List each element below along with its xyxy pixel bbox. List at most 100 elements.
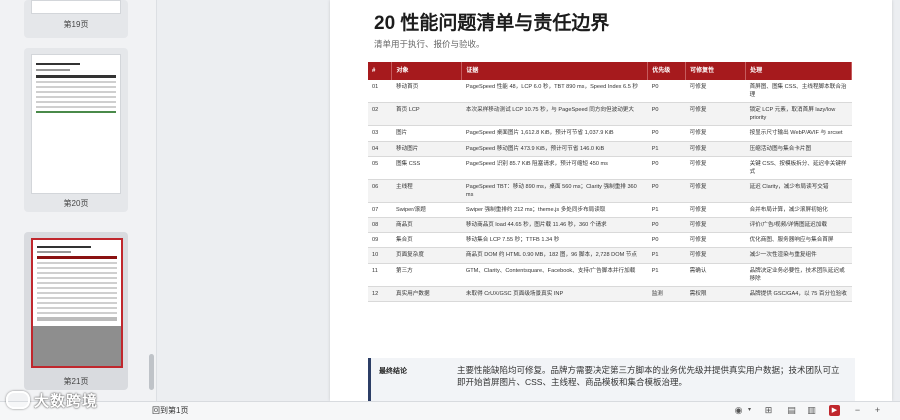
single-page-icon[interactable]: ▤: [786, 405, 797, 416]
page-title: 20 性能问题清单与责任边界: [374, 13, 610, 34]
cell-priority: P0: [647, 125, 686, 142]
chevron-down-icon[interactable]: ▾: [744, 405, 755, 416]
cell-action: 品牌提供 GSC/GA4，以 75 百分位验收: [745, 286, 852, 302]
table-row: 10 页面复杂度 商品页 DOM 约 HTML 0.90 MB，182 图，96…: [368, 247, 852, 264]
cell-fixability: 可修复: [685, 247, 746, 264]
cell-priority: P1: [647, 202, 686, 219]
cell-action: 锁定 LCP 元素，取消首屏 lazy/low priority: [745, 102, 852, 127]
col-header-fixability: 可修复性: [685, 62, 747, 80]
cell-fixability: 可修复: [685, 202, 746, 219]
cell-action: 减少一次性渲染与重复组件: [745, 247, 852, 264]
eye-icon[interactable]: ◉: [733, 405, 744, 416]
cell-object: 页面复杂度: [391, 247, 462, 264]
cell-number: 12: [368, 286, 392, 302]
cell-number: 10: [368, 247, 392, 264]
cell-evidence: PageSpeed 桌面图片 1,612.8 KiB，预计可节省 1,037.9…: [461, 125, 648, 142]
cell-fixability: 可修复: [685, 141, 746, 157]
cell-priority: P1: [647, 141, 686, 157]
cell-evidence: Swiper 强制重排约 212 ms；theme.js 多处同步布局读取: [461, 202, 648, 219]
cell-object: 图片: [391, 125, 462, 142]
cell-priority: P0: [647, 232, 686, 249]
conclusion-box: 最终结论 主要性能缺陷均可修复。品牌方需要决定第三方脚本的业务优先级并提供真实用…: [368, 358, 855, 401]
col-header-priority: 优先级: [647, 62, 687, 80]
thumbnail-page-21[interactable]: 第21页: [24, 232, 128, 390]
table-row: 02 首页 LCP 本次采样移动测试 LCP 10.75 秒，与 PageSpe…: [368, 102, 852, 127]
cell-priority: P1: [647, 247, 686, 264]
zoom-in-icon[interactable]: +: [872, 405, 883, 416]
page-subtitle: 清单用于执行、报价与验收。: [374, 39, 485, 49]
cell-action: 按显示尺寸输出 WebP/AVIF 与 srcset: [745, 125, 852, 142]
cell-evidence: 移动商品页 load 44.65 秒，图片载 11.46 秒，360 个请求: [461, 217, 648, 234]
cell-fixability: 需权限: [685, 286, 746, 302]
cell-priority: P0: [647, 156, 686, 180]
conclusion-label: 最终结论: [379, 368, 407, 375]
thumbnail-page-19[interactable]: 第19页: [24, 0, 128, 38]
fit-page-icon[interactable]: ⊞: [763, 405, 774, 416]
cell-object: 真实用户数据: [391, 286, 462, 302]
cell-fixability: 可修复: [685, 156, 746, 180]
cell-fixability: 需确认: [685, 263, 746, 287]
cell-fixability: 可修复: [685, 217, 746, 234]
cell-object: 移动图片: [391, 141, 462, 157]
cell-number: 02: [368, 102, 392, 127]
cell-object: 主线程: [391, 179, 462, 204]
cell-number: 03: [368, 125, 392, 142]
cell-action: 关键 CSS、按模板拆分、延迟非关键样式: [745, 156, 852, 180]
watermark: 大数跨境: [6, 389, 98, 411]
thumbnail-image: [31, 54, 121, 194]
table-row: 08 商品页 移动商品页 load 44.65 秒，图片载 11.46 秒，36…: [368, 217, 852, 234]
sidebar-scrollbar[interactable]: [149, 354, 154, 390]
cell-fixability: 可修复: [685, 102, 746, 127]
cell-action: 合并布局计算，减少滚屏初始化: [745, 202, 852, 219]
cell-object: 集合页: [391, 232, 462, 249]
cell-evidence: 未取得 CrUX/GSC 页面级场景真实 INP: [461, 286, 648, 302]
thumbnail-page-20[interactable]: 第20页: [24, 48, 128, 212]
col-header-object: 对象: [391, 62, 463, 80]
thumbnail-sidebar: 第19页 第20页 第21页: [0, 0, 157, 401]
col-header-evidence: 证据: [461, 62, 649, 80]
play-icon[interactable]: ▶: [829, 405, 840, 416]
col-header-number: #: [368, 62, 393, 80]
document-page: 20 性能问题清单与责任边界 清单用于执行、报价与验收。 # 对象 证据 优先级…: [330, 0, 892, 401]
cell-number: 08: [368, 217, 392, 234]
cell-evidence: 本次采样移动测试 LCP 10.75 秒，与 PageSpeed 同方向但波动更…: [461, 102, 648, 127]
cell-number: 05: [368, 156, 392, 180]
cell-evidence: GTM、Clarity、Contentsquare、Facebook、支持/广告…: [461, 263, 648, 287]
cell-fixability: 可修复: [685, 179, 746, 204]
watermark-logo-icon: [6, 391, 30, 409]
cell-priority: P0: [647, 102, 686, 127]
table-row: 05 图集 CSS PageSpeed 识别 85.7 KiB 阻塞请求，预计可…: [368, 156, 852, 180]
watermark-text: 大数跨境: [34, 392, 99, 410]
cell-evidence: PageSpeed 性能 48，LCP 6.0 秒，TBT 890 ms，Spe…: [461, 80, 648, 104]
cell-evidence: PageSpeed 识别 85.7 KiB 阻塞请求，预计可缩短 450 ms: [461, 156, 648, 180]
cell-fixability: 可修复: [685, 232, 746, 249]
cell-number: 06: [368, 179, 392, 204]
thumbnail-label: 第21页: [63, 377, 89, 386]
cell-evidence: PageSpeed 移动图片 473.9 KiB，预计可节省 146.0 KiB: [461, 141, 648, 157]
table-row: 01 移动首页 PageSpeed 性能 48，LCP 6.0 秒，TBT 89…: [368, 80, 852, 104]
return-to-first-page-link[interactable]: 回到第1页: [152, 405, 188, 416]
cell-object: 第三方: [391, 263, 462, 287]
zoom-out-icon[interactable]: −: [852, 405, 863, 416]
table-row: 11 第三方 GTM、Clarity、Contentsquare、Faceboo…: [368, 263, 852, 287]
cell-object: 图集 CSS: [391, 156, 462, 180]
cell-number: 07: [368, 202, 392, 219]
double-page-icon[interactable]: ▥: [806, 405, 817, 416]
cell-object: Swiper/滚题: [391, 202, 462, 219]
status-bar: 回到第1页 ◉ ▾ ⊞ ▤ ▥ ▶ − +: [0, 401, 900, 420]
cell-evidence: PageSpeed TBT：移动 890 ms，桌面 560 ms；Clarit…: [461, 179, 648, 204]
cell-action: 优化商图、服务器响应与集合首屏: [745, 232, 852, 249]
cell-action: 压缩活动图与集合卡片图: [745, 141, 852, 157]
cell-number: 09: [368, 232, 392, 249]
cell-priority: P1: [647, 263, 686, 287]
cell-action: 品牌决定业务必要性，技术团队延迟或移除: [745, 263, 852, 287]
table-header-row: # 对象 证据 优先级 可修复性 处理: [368, 62, 852, 80]
cell-number: 04: [368, 141, 392, 157]
cell-action: 延迟 Clarity，减少布局读写交错: [745, 179, 852, 204]
cell-action: 首屏图、图集 CSS、主线程脚本联合治理: [745, 80, 852, 104]
table-row: 06 主线程 PageSpeed TBT：移动 890 ms，桌面 560 ms…: [368, 179, 852, 204]
cell-evidence: 商品页 DOM 约 HTML 0.90 MB，182 图，96 脚本，2,728…: [461, 247, 648, 264]
table-row: 09 集合页 移动集合 LCP 7.55 秒；TTFB 1.34 秒 P0 可修…: [368, 232, 852, 249]
col-header-action: 处理: [745, 62, 852, 80]
responsibility-table: # 对象 证据 优先级 可修复性 处理 01 移动首页 PageSpeed 性能…: [368, 62, 852, 302]
